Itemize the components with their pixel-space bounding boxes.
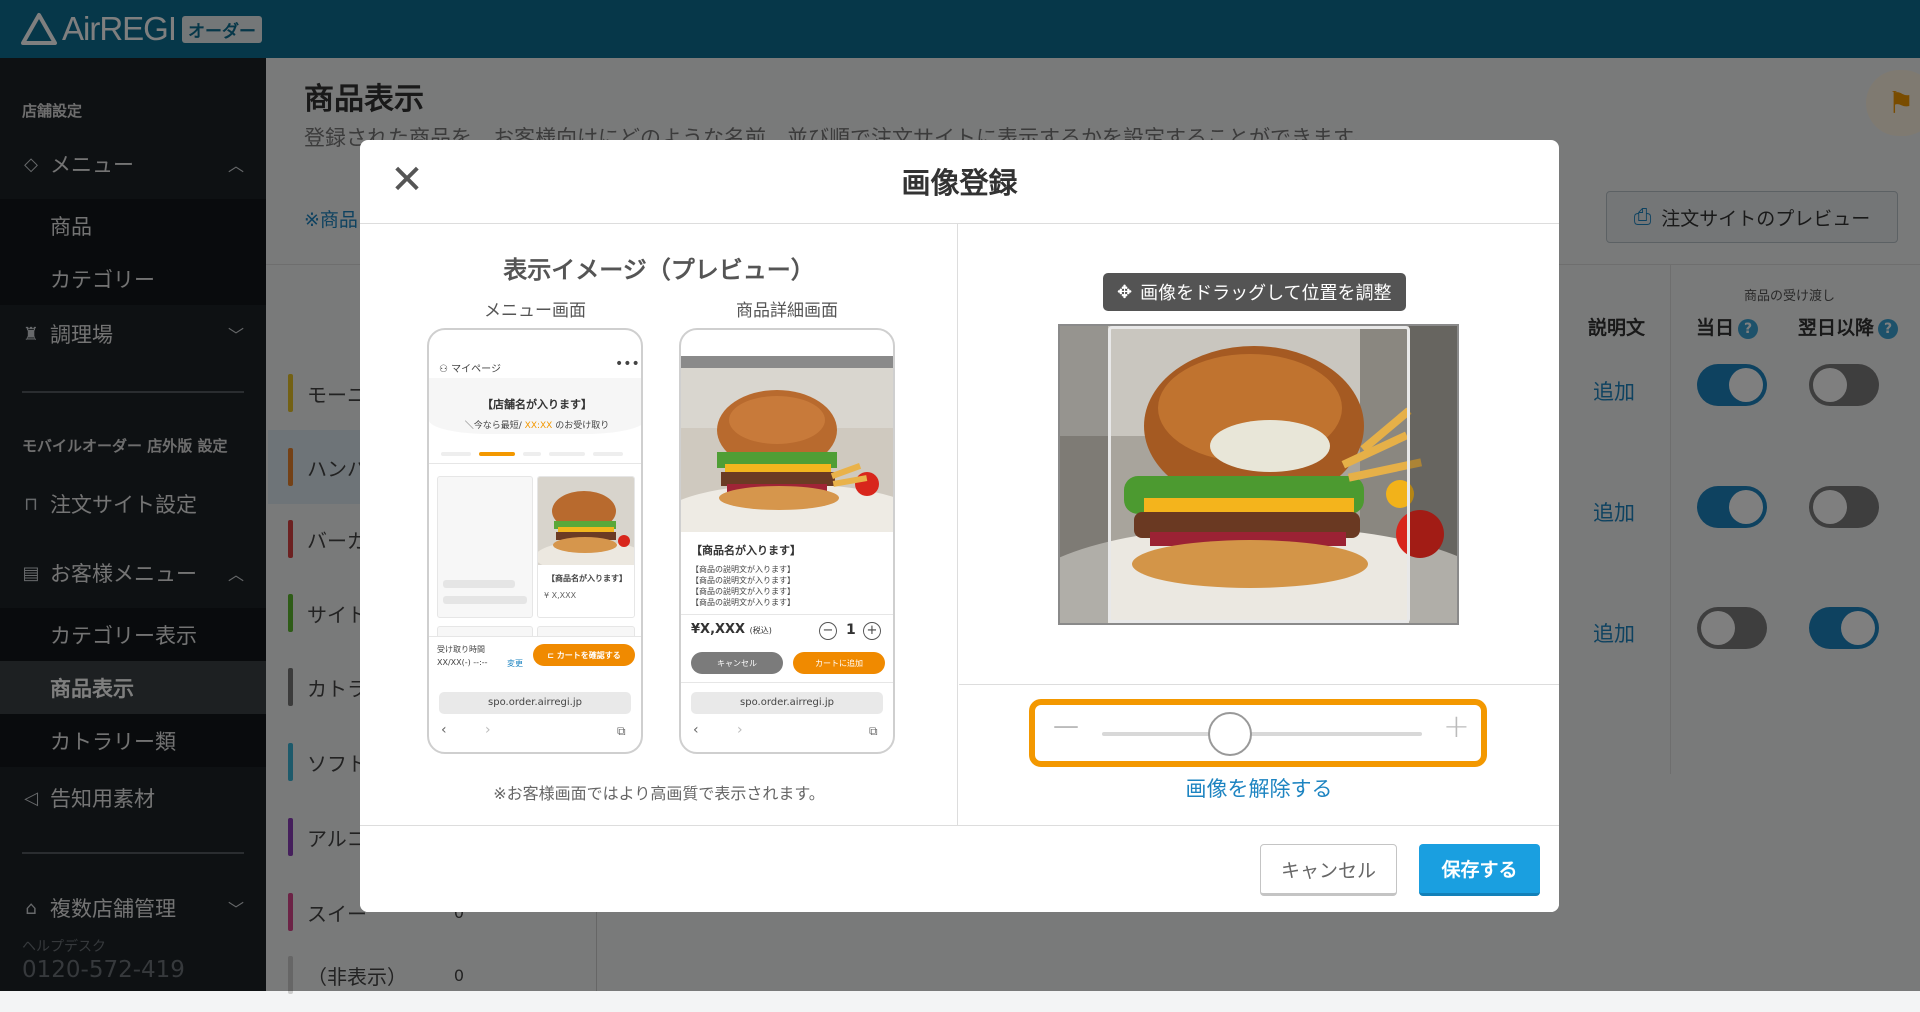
forward-icon: › bbox=[737, 722, 743, 738]
desc-line: 【商品の説明文が入ります】 bbox=[691, 565, 795, 574]
url-bar: spo.order.airregi.jp bbox=[691, 692, 883, 714]
tab-placeholder bbox=[593, 452, 623, 456]
preview-heading: 表示イメージ（プレビュー） bbox=[503, 256, 815, 284]
drag-tip-text: 画像をドラッグして位置を調整 bbox=[1140, 283, 1392, 304]
cart-button-mock: ⊏ カートを確認する bbox=[533, 644, 635, 666]
pickup-prefix: ＼今なら最短/ bbox=[464, 421, 522, 431]
tab-placeholder bbox=[523, 452, 541, 456]
remove-image-link[interactable]: 画像を解除する bbox=[959, 773, 1559, 803]
mypage-text: マイページ bbox=[451, 364, 501, 375]
preview-panel: 表示イメージ（プレビュー） メニュー画面 商品詳細画面 ⚇ マイページ ••• … bbox=[360, 224, 958, 825]
detail-screen-mock: 【商品名が入ります】 【商品の説明文が入ります】 【商品の説明文が入ります】 【… bbox=[679, 328, 895, 754]
detail-add-cart-mock: カートに追加 bbox=[793, 652, 885, 674]
desc-line: 【商品の説明文が入ります】 bbox=[691, 587, 795, 596]
menu-screen-mock: ⚇ マイページ ••• 【店舗名が入ります】 ＼今なら最短/ XX:XX のお受… bbox=[427, 328, 643, 754]
pickup-info: ＼今なら最短/ XX:XX のお受け取り bbox=[429, 418, 641, 431]
detail-product-name: 【商品名が入ります】 bbox=[691, 544, 801, 557]
burger-thumbnail bbox=[538, 477, 634, 573]
price-value: ¥X,XXX bbox=[691, 622, 746, 637]
zoom-slider-knob[interactable] bbox=[1208, 712, 1252, 756]
save-button[interactable]: 保存する bbox=[1419, 844, 1540, 896]
plus-icon: + bbox=[863, 622, 881, 640]
url-bar: spo.order.airregi.jp bbox=[439, 692, 631, 714]
divider bbox=[681, 682, 893, 683]
image-register-modal: ✕ 画像登録 表示イメージ（プレビュー） メニュー画面 商品詳細画面 ⚇ マイペ… bbox=[360, 140, 1559, 912]
minus-icon: − bbox=[819, 622, 837, 640]
image-crop-area[interactable] bbox=[1058, 324, 1459, 625]
detail-description: 【商品の説明文が入ります】 【商品の説明文が入ります】 【商品の説明文が入ります… bbox=[691, 564, 795, 608]
tax-label: (税込) bbox=[749, 626, 772, 635]
image-edit-panel: ✥ 画像をドラッグして位置を調整 — + 画像を解除する bbox=[959, 224, 1559, 825]
back-icon: ‹ bbox=[693, 722, 699, 738]
product-name: 【商品名が入ります】 bbox=[547, 574, 627, 583]
line-placeholder bbox=[443, 596, 527, 604]
modal-header: ✕ 画像登録 bbox=[360, 140, 1559, 224]
burger-detail-image bbox=[681, 368, 893, 532]
divider bbox=[681, 614, 893, 615]
quality-note: ※お客様画面ではより高画質で表示されます。 bbox=[493, 784, 825, 803]
tabs-icon: ⧉ bbox=[617, 724, 626, 738]
drag-tooltip: ✥ 画像をドラッグして位置を調整 bbox=[1103, 273, 1406, 311]
cart-icon: ⊏ bbox=[547, 650, 557, 660]
cart-button-label: カートを確認する bbox=[556, 650, 621, 660]
divider bbox=[429, 463, 641, 464]
pickup-label: 受け取り時間 bbox=[437, 645, 485, 654]
more-icon: ••• bbox=[615, 356, 640, 372]
product-card: 【商品名が入ります】 ¥ X,XXX bbox=[537, 476, 635, 618]
tab-placeholder bbox=[441, 452, 471, 456]
desc-line: 【商品の説明文が入ります】 bbox=[691, 598, 795, 607]
product-price: ¥ X,XXX bbox=[544, 591, 577, 600]
detail-cancel-mock: キャンセル bbox=[691, 652, 783, 674]
mypage-label: ⚇ マイページ bbox=[439, 364, 501, 375]
line-placeholder bbox=[443, 580, 515, 588]
zoom-control: — + 画像を解除する bbox=[959, 684, 1559, 825]
menu-screen-label: メニュー画面 bbox=[484, 301, 586, 321]
desc-line: 【商品の説明文が入ります】 bbox=[691, 576, 795, 585]
status-strip bbox=[681, 356, 893, 368]
cancel-button[interactable]: キャンセル bbox=[1260, 844, 1397, 896]
tab-placeholder bbox=[549, 452, 585, 456]
zoom-out-icon[interactable]: — bbox=[1053, 711, 1079, 741]
pickup-suffix: のお受け取り bbox=[555, 421, 610, 431]
pickup-value: XX/XX(-) --:-- bbox=[437, 658, 488, 667]
tab-placeholder-active bbox=[479, 452, 515, 456]
back-icon: ‹ bbox=[441, 722, 447, 738]
modal-title: 画像登録 bbox=[901, 166, 1018, 200]
move-icon: ✥ bbox=[1117, 281, 1133, 303]
crop-frame[interactable] bbox=[1108, 326, 1410, 623]
modal-footer: キャンセル 保存する bbox=[360, 825, 1559, 912]
forward-icon: › bbox=[485, 722, 491, 738]
detail-screen-label: 商品詳細画面 bbox=[736, 301, 838, 321]
quantity: 1 bbox=[846, 622, 856, 638]
store-name: 【店舗名が入ります】 bbox=[482, 398, 592, 411]
detail-price: ¥X,XXX (税込) bbox=[691, 622, 772, 637]
change-link: 変更 bbox=[507, 659, 523, 668]
zoom-slider-track[interactable] bbox=[1102, 732, 1422, 736]
tabs-icon: ⧉ bbox=[869, 724, 878, 738]
zoom-in-icon[interactable]: + bbox=[1443, 707, 1470, 745]
pickup-time: XX:XX bbox=[524, 421, 553, 431]
